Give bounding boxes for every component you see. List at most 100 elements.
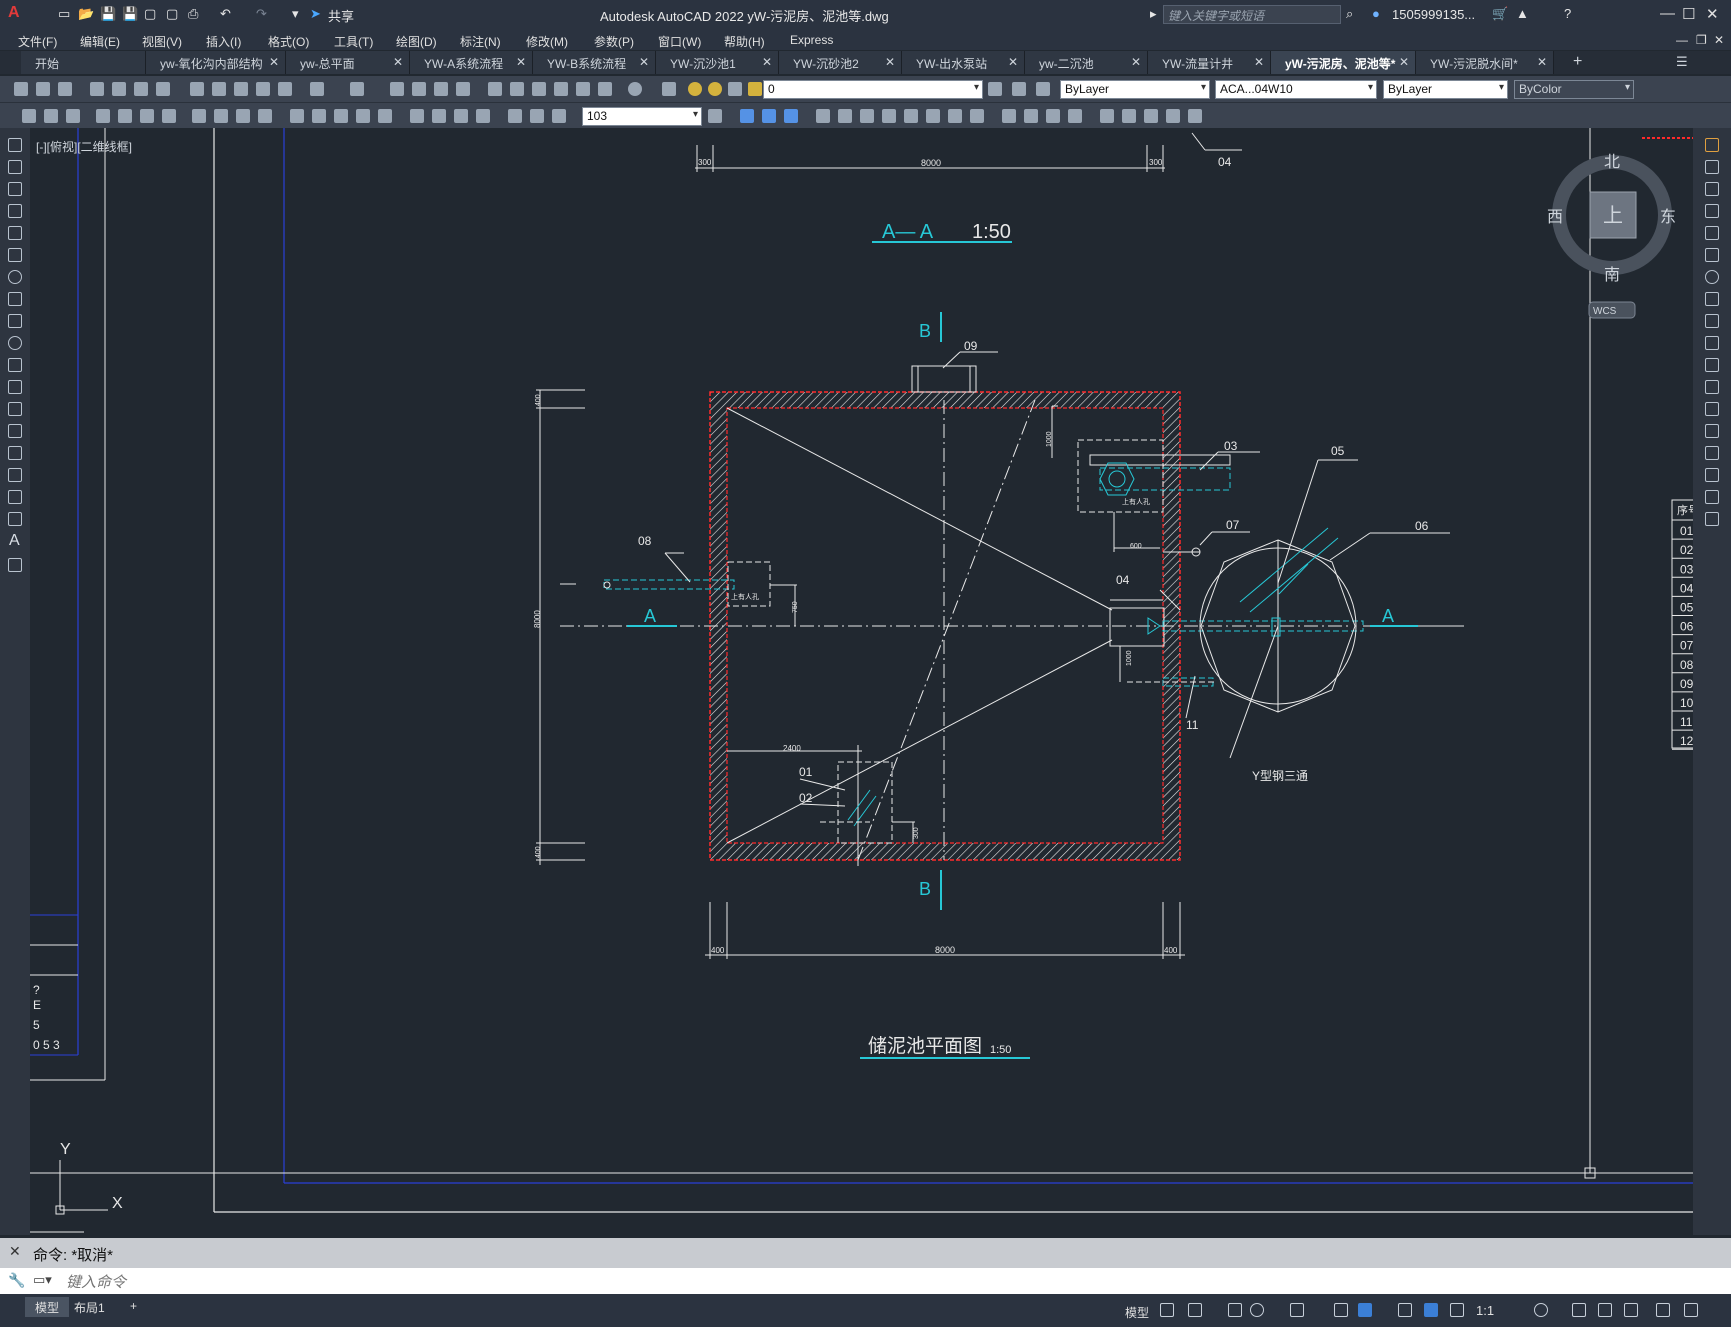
design-center-icon[interactable] bbox=[510, 82, 524, 96]
viewcube-west[interactable]: 西 bbox=[1547, 209, 1563, 226]
clean-screen-icon[interactable] bbox=[1656, 1303, 1670, 1317]
blend-curves-icon[interactable] bbox=[1705, 490, 1719, 504]
menu-dimension[interactable]: 标注(N) bbox=[460, 33, 501, 50]
close-command-icon[interactable]: ✕ bbox=[9, 1243, 21, 1260]
customization-icon[interactable] bbox=[1684, 1303, 1698, 1317]
annotation-visibility-icon[interactable] bbox=[1424, 1303, 1438, 1317]
tab-document[interactable]: YW-沉砂池2 ✕ bbox=[779, 51, 902, 74]
dim-linear-icon[interactable] bbox=[96, 109, 110, 123]
dim-style-icon[interactable] bbox=[708, 109, 722, 123]
wipeout-icon[interactable] bbox=[22, 109, 36, 123]
share-button[interactable]: 共享 bbox=[328, 6, 354, 24]
grid-icon[interactable] bbox=[1160, 1303, 1174, 1317]
revcloud-icon[interactable] bbox=[44, 109, 58, 123]
tab-close-icon[interactable]: ✕ bbox=[1399, 55, 1409, 69]
tool-palettes-icon[interactable] bbox=[532, 82, 546, 96]
array-icon[interactable] bbox=[1705, 226, 1719, 240]
help-icon[interactable]: ? bbox=[1564, 6, 1571, 24]
dim-arc-icon[interactable] bbox=[140, 109, 154, 123]
zoom-previous-icon[interactable] bbox=[456, 82, 470, 96]
tab-close-icon[interactable]: ✕ bbox=[1008, 55, 1018, 69]
undo-icon[interactable]: ↶ bbox=[220, 6, 231, 24]
break-icon[interactable] bbox=[970, 109, 984, 123]
fillet-icon[interactable] bbox=[1046, 109, 1060, 123]
linetype-select[interactable]: ACA...04W10 ▾ bbox=[1215, 80, 1377, 99]
break-icon[interactable] bbox=[1705, 402, 1719, 416]
doc-close-icon[interactable]: ✕ bbox=[1714, 33, 1724, 47]
dim-space-icon[interactable] bbox=[356, 109, 370, 123]
dimstyle-select[interactable]: 103 ▾ bbox=[582, 107, 702, 126]
zoom-window-icon[interactable] bbox=[434, 82, 448, 96]
line-icon[interactable] bbox=[8, 138, 22, 152]
tab-close-icon[interactable]: ✕ bbox=[393, 55, 403, 69]
redo-icon[interactable] bbox=[350, 82, 364, 96]
object-snap-tracking-icon[interactable] bbox=[1334, 1303, 1348, 1317]
isolate-objects-icon[interactable] bbox=[1598, 1303, 1612, 1317]
send-back-icon[interactable] bbox=[1144, 109, 1158, 123]
sheet-set-icon[interactable] bbox=[554, 82, 568, 96]
calculator-icon[interactable] bbox=[598, 82, 612, 96]
save-web-icon[interactable]: ▢ bbox=[166, 6, 178, 24]
draw-order-icon[interactable] bbox=[1100, 109, 1114, 123]
plus-icon[interactable] bbox=[1572, 1303, 1586, 1317]
search-expand-icon[interactable]: ▸ bbox=[1150, 6, 1157, 24]
maximize-icon[interactable]: ☐ bbox=[1682, 5, 1695, 23]
redo-icon[interactable]: ↷ bbox=[256, 6, 267, 24]
3d-print-icon[interactable] bbox=[156, 82, 170, 96]
menu-modify[interactable]: 修改(M) bbox=[526, 33, 568, 50]
zoom-realtime-icon[interactable] bbox=[412, 82, 426, 96]
array-icon[interactable] bbox=[838, 109, 852, 123]
hardware-acceleration-icon[interactable] bbox=[1624, 1303, 1638, 1317]
menu-edit[interactable]: 编辑(E) bbox=[80, 33, 120, 50]
add-layout-button[interactable]: + bbox=[120, 1297, 147, 1317]
layout-tab-model[interactable]: 模型 bbox=[25, 1297, 70, 1317]
minimize-icon[interactable]: — bbox=[1660, 5, 1675, 22]
lineweight-select[interactable]: ByLayer ▾ bbox=[1383, 80, 1508, 99]
close-icon[interactable]: ✕ bbox=[1706, 5, 1719, 23]
app-logo-icon[interactable]: A bbox=[8, 4, 20, 22]
isometric-icon[interactable] bbox=[1290, 1303, 1304, 1317]
command-input[interactable] bbox=[64, 1271, 1668, 1293]
quick-dim-icon[interactable] bbox=[290, 109, 304, 123]
tab-document[interactable]: YW-沉沙池1 ✕ bbox=[656, 51, 779, 74]
snap-icon[interactable] bbox=[1188, 1303, 1202, 1317]
scale-icon[interactable] bbox=[1705, 292, 1719, 306]
ellipse-arc-icon[interactable] bbox=[8, 358, 22, 372]
hatch-icon[interactable] bbox=[8, 446, 22, 460]
extend-icon[interactable] bbox=[948, 109, 962, 123]
layer-viewport-icon[interactable] bbox=[728, 82, 742, 96]
tab-document[interactable]: yw-二沉池 ✕ bbox=[1025, 51, 1148, 74]
mirror-icon[interactable] bbox=[1705, 182, 1719, 196]
save-icon[interactable] bbox=[58, 82, 72, 96]
menu-tools[interactable]: 工具(T) bbox=[334, 33, 373, 50]
user-account[interactable]: 1505999135... bbox=[1392, 7, 1475, 22]
search-input[interactable]: 键入关键字或短语 bbox=[1163, 5, 1341, 24]
tab-list-icon[interactable]: ☰ bbox=[1676, 54, 1688, 70]
match-properties-icon[interactable] bbox=[256, 82, 270, 96]
search-icon[interactable]: ⌕ bbox=[1346, 6, 1353, 24]
stretch-icon[interactable] bbox=[1705, 314, 1719, 328]
menu-file[interactable]: 文件(F) bbox=[18, 33, 57, 50]
insert-block-icon[interactable] bbox=[8, 380, 22, 394]
point-icon[interactable] bbox=[8, 424, 22, 438]
menu-help[interactable]: 帮助(H) bbox=[724, 33, 765, 50]
dim-baseline-icon[interactable] bbox=[312, 109, 326, 123]
open-icon[interactable] bbox=[36, 82, 50, 96]
fillet-icon[interactable] bbox=[1705, 468, 1719, 482]
plot-preview-icon[interactable] bbox=[112, 82, 126, 96]
model-space-toggle[interactable]: 模型 bbox=[1125, 1304, 1149, 1321]
tab-close-icon[interactable]: ✕ bbox=[639, 55, 649, 69]
explode-icon[interactable] bbox=[1068, 109, 1082, 123]
lineweight-icon[interactable] bbox=[1398, 1303, 1412, 1317]
plotstyle-select[interactable]: ByColor ▾ bbox=[1514, 80, 1634, 99]
inspection-icon[interactable] bbox=[454, 109, 468, 123]
polyline-icon[interactable] bbox=[8, 182, 22, 196]
open-web-icon[interactable]: ▢ bbox=[144, 6, 156, 24]
layer-on-icon[interactable] bbox=[688, 82, 702, 96]
customize-icon[interactable]: 🔧 bbox=[8, 1272, 25, 1289]
copy-object-icon[interactable] bbox=[762, 109, 776, 123]
cart-icon[interactable]: 🛒 bbox=[1492, 6, 1508, 24]
viewcube-top[interactable]: 上 bbox=[1603, 204, 1623, 227]
break-at-point-icon[interactable] bbox=[1705, 380, 1719, 394]
circle-icon[interactable] bbox=[8, 270, 22, 284]
